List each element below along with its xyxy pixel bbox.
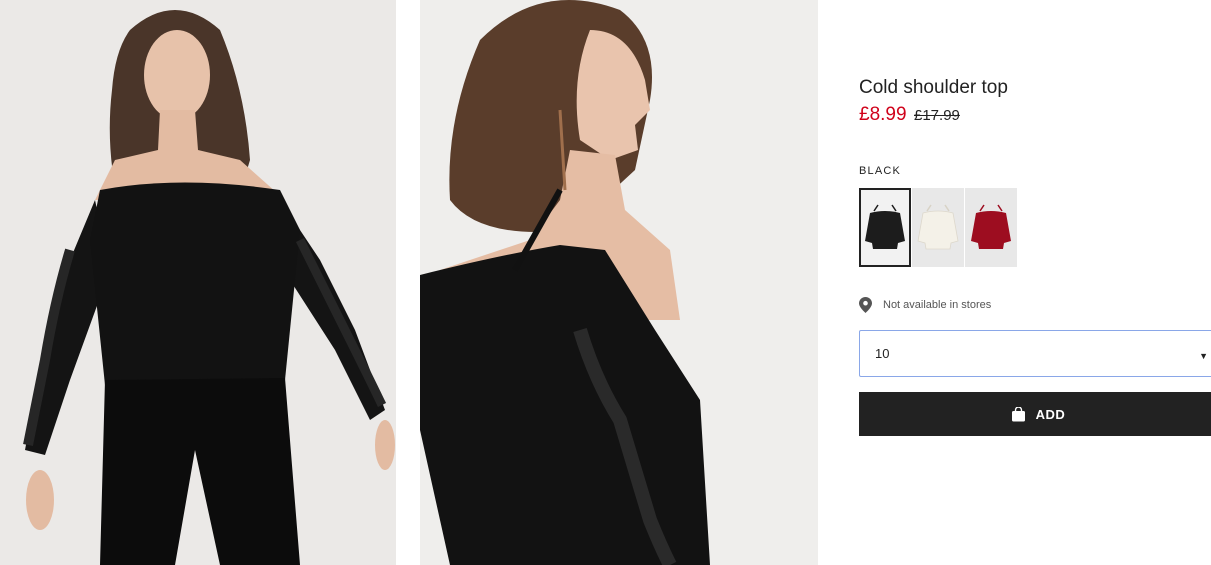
shopping-bag-icon [1011,406,1025,421]
sale-price: £8.99 [859,104,907,125]
original-price: £17.99 [914,107,960,124]
store-availability-text: Not available in stores [883,299,992,311]
black-top-thumbnail [865,204,905,249]
chevron-down-icon: ▼ [1199,351,1208,361]
swatch-white[interactable] [912,188,964,267]
red-top-thumbnail [971,204,1011,249]
product-title: Cold shoulder top [859,77,1008,98]
color-swatches [859,188,1017,267]
location-pin-icon [859,297,872,313]
price-row: £8.99 £17.99 [859,104,960,126]
white-top-thumbnail [917,204,959,249]
swatch-black[interactable] [859,188,911,267]
store-availability: Not available in stores [859,297,991,313]
size-select-value: 10 [875,346,890,361]
add-to-bag-button[interactable]: ADD [859,392,1211,436]
size-select[interactable]: 10 ▼ [859,330,1211,377]
product-image-side[interactable] [420,0,818,565]
swatch-red[interactable] [965,188,1017,267]
model-side-illustration [420,0,818,565]
product-page: Cold shoulder top £8.99 £17.99 BLACK Not… [0,0,1211,565]
selected-color-label: BLACK [859,165,902,177]
product-image-front[interactable] [0,0,396,565]
add-button-label: ADD [1035,406,1066,422]
product-info-panel: Cold shoulder top £8.99 £17.99 BLACK Not… [859,0,1211,565]
model-front-illustration [0,0,396,565]
